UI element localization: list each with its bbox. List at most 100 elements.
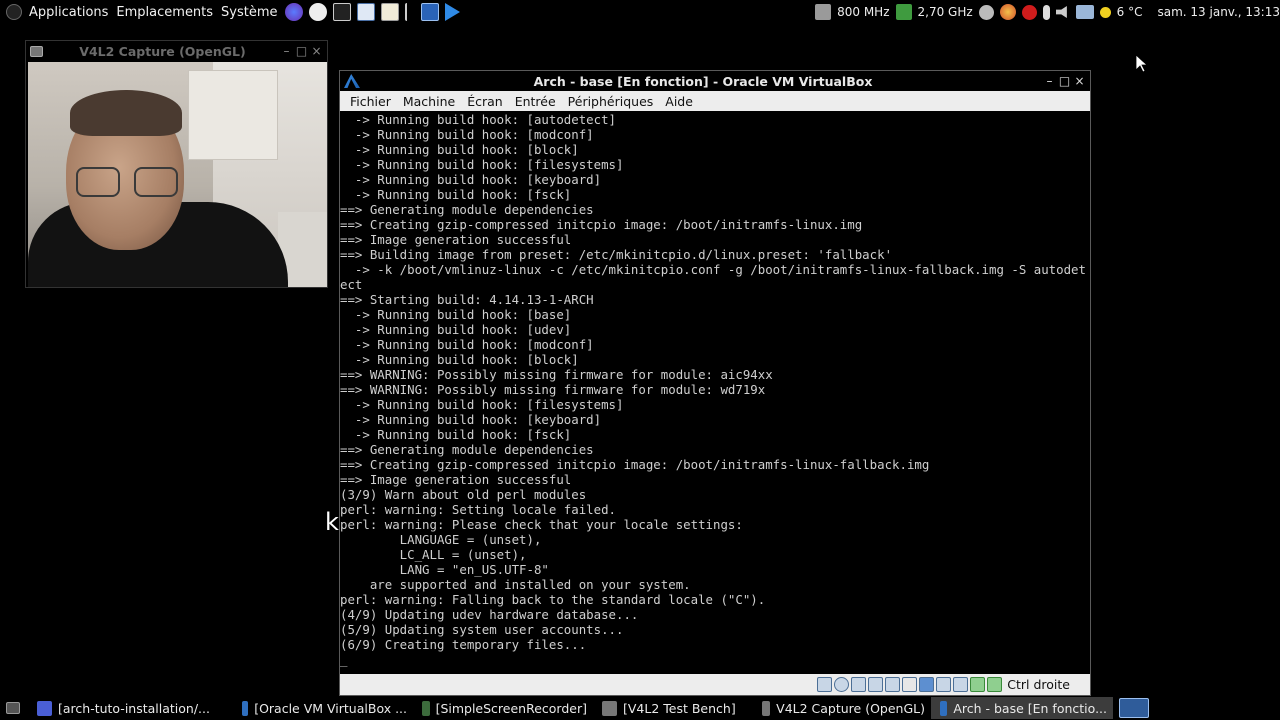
virtualbox-titlebar[interactable]: Arch - base [En fonction] - Oracle VM Vi… <box>340 71 1090 91</box>
menu-emplacements[interactable]: Emplacements <box>112 5 217 20</box>
taskbar-item[interactable]: [arch-tuto-installation/... <box>28 697 233 719</box>
console-line: ==> WARNING: Possibly missing firmware f… <box>340 382 766 397</box>
console-line: (4/9) Updating udev hardware database... <box>340 607 639 622</box>
taskbar-item-label: [Oracle VM VirtualBox ... <box>254 700 407 716</box>
gear-icon[interactable] <box>978 4 994 20</box>
mouse-integration-icon[interactable] <box>970 677 986 692</box>
keyboard-capture-icon[interactable] <box>987 677 1003 692</box>
optical-drive-icon[interactable] <box>834 677 850 692</box>
taskbar-item[interactable]: [V4L2 Test Bench] <box>593 697 753 719</box>
console-line: -> Running build hook: [fsck] <box>340 187 572 202</box>
menu-ecran[interactable]: Écran <box>461 94 509 109</box>
bottom-taskbar: [arch-tuto-installation/... [Oracle VM Vi… <box>0 696 1280 720</box>
v4l2-capture-icon <box>762 700 771 716</box>
webcam-window-titlebar[interactable]: V4L2 Capture (OpenGL) – □ × <box>26 41 327 61</box>
menu-applications[interactable]: Applications <box>25 5 112 20</box>
taskbar-item[interactable]: Arch - base [En fonctio... <box>931 697 1113 719</box>
script-launcher-icon[interactable] <box>404 3 415 21</box>
cpu-freq-icon <box>815 4 832 20</box>
cpu-icon[interactable] <box>953 677 969 692</box>
console-line: (3/9) Warn about old perl modules <box>340 487 587 502</box>
terminal-launcher-icon[interactable] <box>332 3 351 21</box>
close-button[interactable]: × <box>309 44 324 58</box>
console-line: ==> Generating module dependencies <box>340 442 594 457</box>
vm-console[interactable]: -> Running build hook: [autodetect] -> R… <box>340 112 1090 675</box>
taskbar-item-label: [V4L2 Test Bench] <box>623 700 736 716</box>
webcam-video-feed <box>28 62 327 287</box>
console-output: -> Running build hook: [autodetect] -> R… <box>340 112 1090 652</box>
firefox-launcher-icon[interactable] <box>284 3 303 21</box>
taskbar-item-label: [arch-tuto-installation/... <box>58 700 210 716</box>
document-launcher-icon[interactable] <box>356 3 375 21</box>
console-line: are supported and installed on your syst… <box>340 577 691 592</box>
menu-aide[interactable]: Aide <box>659 94 699 109</box>
console-line: ==> Image generation successful <box>340 232 572 247</box>
person-glasses <box>76 167 180 197</box>
taskbar-item[interactable]: V4L2 Capture (OpenGL) <box>753 697 931 719</box>
video-capture-icon[interactable] <box>936 677 952 692</box>
console-line: perl: warning: Please check that your lo… <box>340 517 743 532</box>
play-launcher-icon[interactable] <box>444 3 460 21</box>
console-line: -> Running build hook: [base] <box>340 307 572 322</box>
volume-icon[interactable] <box>1055 6 1067 18</box>
mouse-pointer-icon <box>1136 55 1148 73</box>
console-line: -> Running build hook: [filesystems] <box>340 397 624 412</box>
gnome-foot-icon[interactable] <box>6 4 22 20</box>
audio-icon[interactable] <box>851 677 867 692</box>
network-adapter-icon[interactable] <box>868 677 884 692</box>
shared-folders-icon[interactable] <box>902 677 918 692</box>
console-line: (5/9) Updating system user accounts... <box>340 622 624 637</box>
console-line: -> Running build hook: [udev] <box>340 322 572 337</box>
console-line: -> -k /boot/vmlinuz-linux -c /etc/mkinit… <box>340 262 1086 277</box>
text-editor-launcher-icon[interactable] <box>380 3 399 21</box>
taskbar-item-label: [SimpleScreenRecorder] <box>435 700 587 716</box>
virtualbox-logo-icon[interactable] <box>344 74 360 88</box>
microphone-icon[interactable] <box>1042 4 1050 20</box>
console-line: perl: warning: Setting locale failed. <box>340 502 617 517</box>
console-line: ==> Starting build: 4.14.13-1-ARCH <box>340 292 594 307</box>
console-line: LANGUAGE = (unset), <box>340 532 542 547</box>
display-icon[interactable] <box>919 677 935 692</box>
minimize-button[interactable]: – <box>279 44 294 58</box>
console-line: ==> Generating module dependencies <box>340 202 594 217</box>
hard-disk-icon[interactable] <box>817 677 833 692</box>
webcam-capture-window[interactable]: V4L2 Capture (OpenGL) – □ × <box>25 40 328 288</box>
cpu-freq-2-icon <box>895 4 912 20</box>
maximize-button[interactable]: □ <box>294 44 309 58</box>
task-list: [arch-tuto-installation/... [Oracle VM Vi… <box>28 697 1113 719</box>
system-tray: 800 MHz 2,70 GHz 6 °C sam. 13 janv., 13:… <box>812 0 1280 24</box>
console-line: -> Running build hook: [filesystems] <box>340 157 624 172</box>
menu-entree[interactable]: Entrée <box>509 94 562 109</box>
menu-systeme[interactable]: Système <box>217 5 281 20</box>
maximize-button[interactable]: □ <box>1057 74 1072 88</box>
weather-temperature[interactable]: 6 °C <box>1114 5 1146 19</box>
window-menu-icon[interactable] <box>30 45 43 57</box>
record-icon[interactable] <box>1021 4 1037 20</box>
taskbar-item[interactable]: [SimpleScreenRecorder] <box>413 697 593 719</box>
virtualbox-window[interactable]: Arch - base [En fonction] - Oracle VM Vi… <box>339 70 1091 696</box>
taskbar-item-label: V4L2 Capture (OpenGL) <box>776 700 925 716</box>
cpu-freq-1: 800 MHz <box>837 5 890 19</box>
show-desktop-icon[interactable] <box>6 702 20 714</box>
v4l2-icon <box>602 700 617 716</box>
workspace-switcher-icon[interactable] <box>1119 698 1149 718</box>
menu-fichier[interactable]: Fichier <box>344 94 397 109</box>
virtualbox-window-title: Arch - base [En fonction] - Oracle VM Vi… <box>533 73 873 89</box>
taskbar-item[interactable]: [Oracle VM VirtualBox ... <box>233 697 413 719</box>
sun-icon <box>1099 6 1111 18</box>
console-line: -> Running build hook: [fsck] <box>340 427 572 442</box>
cpu-freq-2: 2,70 GHz <box>917 5 973 19</box>
network-icon[interactable] <box>1075 5 1094 19</box>
usb-icon[interactable] <box>885 677 901 692</box>
webcam-window-title: V4L2 Capture (OpenGL) <box>79 43 246 59</box>
menu-peripheriques[interactable]: Périphériques <box>562 94 660 109</box>
web-browser-launcher-icon[interactable] <box>308 3 327 21</box>
close-button[interactable]: × <box>1072 74 1087 88</box>
menu-machine[interactable]: Machine <box>397 94 461 109</box>
clock[interactable]: sam. 13 janv., 13:13 <box>1146 5 1280 19</box>
monitor-launcher-icon[interactable] <box>420 3 439 21</box>
weather-mushroom-icon[interactable] <box>999 4 1016 20</box>
background-cabinet <box>188 70 278 160</box>
console-line: -> Running build hook: [autodetect] <box>340 112 617 127</box>
minimize-button[interactable]: – <box>1042 74 1057 88</box>
